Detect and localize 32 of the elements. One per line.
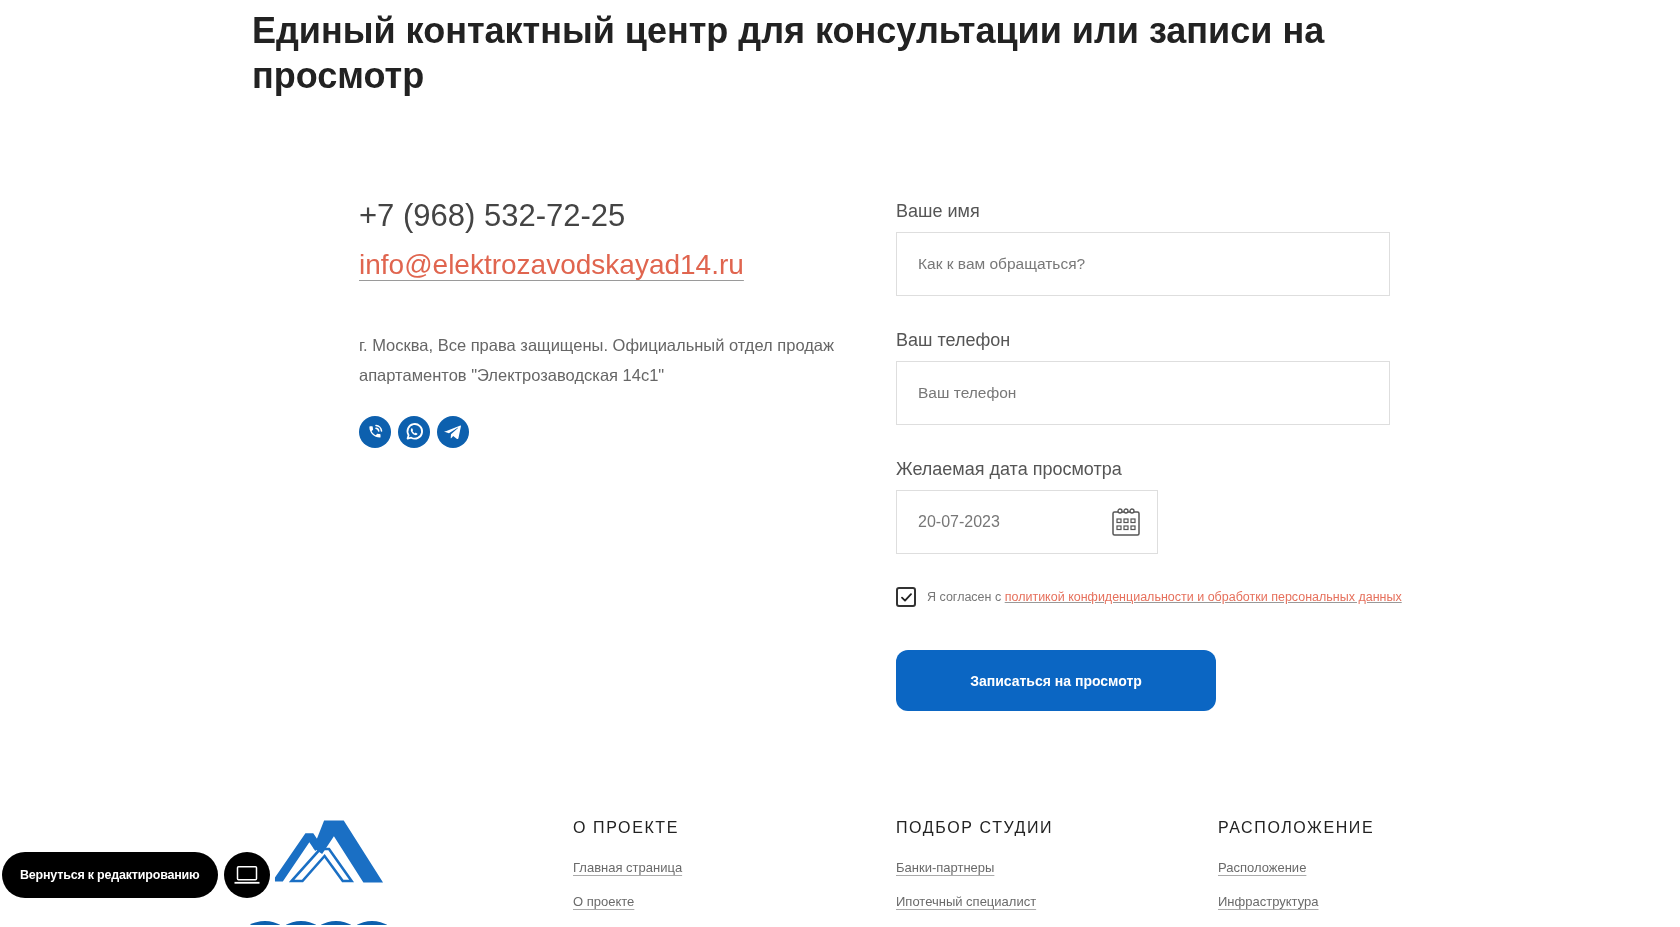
back-to-editing-button[interactable]: Вернуться к редактированию	[2, 852, 218, 898]
field-label: Желаемая дата просмотра	[896, 458, 1123, 480]
paper-plane-icon[interactable]	[437, 416, 469, 448]
phone-icon[interactable]	[359, 416, 391, 448]
mountain-logo[interactable]	[273, 818, 385, 885]
footer-heading: О ПРОЕКТЕ	[573, 818, 679, 838]
footer-link[interactable]: Расположение	[1218, 859, 1307, 877]
preview-button[interactable]	[223, 852, 270, 898]
chat-bubble-icon[interactable]	[398, 416, 430, 448]
calendar-icon[interactable]	[1112, 508, 1140, 536]
text-input-field[interactable]: Ваш телефон	[896, 361, 1390, 425]
address-text: г. Москва, Все права защищены. Официальный отдел продаж апартаментов "Электрозаводская 14с1"	[359, 335, 836, 386]
footer-heading: ПОДБОР СТУДИИ	[896, 818, 1054, 838]
privacy-policy-link[interactable]: политикой конфиденциальности и обработки персональных данных	[1004, 590, 1402, 604]
page-heading: Единый контактный центр для консультации или записи на просмотр	[252, 9, 1326, 98]
text-input-field[interactable]: Как к вам обращаться?	[896, 232, 1390, 296]
date-field[interactable]: 20-07-2023	[896, 490, 1158, 554]
field-label: Ваше имя	[896, 200, 981, 222]
submit-button[interactable]: Записаться на просмотр	[896, 650, 1216, 711]
footer-link[interactable]: Банки-партнеры	[896, 859, 995, 877]
footer-heading: РАСПОЛОЖЕНИЕ	[1218, 818, 1375, 838]
consent-text: Я согласен с политикой конфиденциальности и обработки персональных данных	[927, 589, 1402, 605]
footer-link[interactable]: О проекте	[573, 893, 635, 911]
laptop-icon	[233, 866, 260, 884]
phone-number: +7 (968) 532-72-25	[359, 197, 626, 235]
email-link[interactable]: info@elektrozavodskayad14.ru	[359, 245, 744, 285]
consent-checkbox[interactable]	[896, 587, 916, 607]
checkmark-icon	[900, 592, 912, 602]
field-label: Ваш телефон	[896, 329, 1012, 351]
footer-link[interactable]: Инфраструктура	[1218, 893, 1319, 911]
footer-link[interactable]: Главная страница	[573, 859, 683, 877]
footer-link[interactable]: Ипотечный специалист	[896, 893, 1037, 911]
